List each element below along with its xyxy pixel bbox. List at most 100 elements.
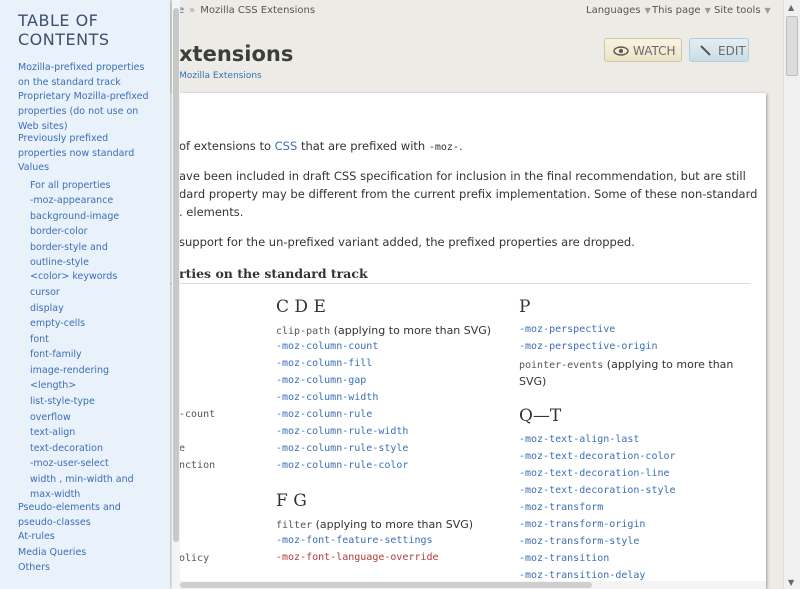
scroll-up-icon[interactable]: ▲	[788, 3, 794, 12]
toc-subitem[interactable]: overflow	[30, 410, 170, 425]
section-divider	[170, 283, 750, 284]
toc-subitem[interactable]: empty-cells	[30, 316, 170, 331]
toc-item[interactable]: Values	[18, 160, 158, 175]
property-link[interactable]: -moz-transform-origin	[519, 519, 645, 530]
toc-item[interactable]: Media Queries	[18, 545, 158, 560]
property-note-wrap: SVG)	[519, 375, 546, 388]
breadcrumb-separator: »	[189, 5, 196, 16]
property-link[interactable]: -moz-column-rule-width	[276, 426, 408, 437]
property-link[interactable]: -moz-column-rule	[276, 409, 372, 420]
intro-text: of extensions to	[179, 139, 275, 153]
property-link[interactable]: -moz-perspective	[519, 324, 615, 335]
property-note: (applying to more than SVG)	[312, 518, 474, 531]
column-heading-fg: F G	[276, 491, 307, 511]
toc-subitem[interactable]: text-decoration	[30, 441, 170, 456]
article-card: of extensions to CSS that are prefixed w…	[170, 93, 766, 589]
property-link[interactable]: -moz-transform-style	[519, 536, 639, 547]
table-of-contents: TABLE OF CONTENTS Mozilla-prefixed prope…	[0, 0, 170, 589]
watch-button[interactable]: WATCH	[604, 38, 682, 62]
property-link[interactable]: -moz-perspective-origin	[519, 341, 657, 352]
eye-icon	[613, 39, 629, 71]
css-link[interactable]: CSS	[275, 139, 298, 153]
toc-subitem[interactable]: <length>	[30, 378, 170, 393]
property-name: pointer-events	[519, 360, 604, 371]
property-note: (applying to more than	[603, 358, 734, 371]
toc-subitem[interactable]: <color> keywords	[30, 269, 170, 284]
property-link[interactable]: olicy	[179, 553, 209, 564]
toc-subitem[interactable]: list-style-type	[30, 394, 170, 409]
property-link[interactable]: -moz-column-gap	[276, 375, 366, 386]
languages-menu[interactable]: Languages ▼	[586, 5, 651, 16]
toc-item[interactable]: Others	[18, 560, 158, 575]
property-link[interactable]: -moz-font-language-override	[276, 552, 439, 563]
toc-subitem[interactable]: cursor	[30, 285, 170, 300]
edit-label: EDIT	[718, 44, 746, 58]
toc-scrollbar[interactable]	[172, 0, 180, 589]
property-link[interactable]: clip-path (applying to more than SVG)	[276, 324, 491, 337]
watch-label: WATCH	[633, 44, 676, 58]
scrollbar-thumb[interactable]	[786, 16, 798, 76]
property-link[interactable]: -moz-column-width	[276, 392, 378, 403]
scrollbar-thumb[interactable]	[180, 582, 592, 588]
section-heading: rties on the standard track	[179, 266, 368, 281]
property-link[interactable]: nction	[179, 460, 215, 471]
toc-item[interactable]: Mozilla-prefixed properties on the stand…	[18, 60, 158, 90]
toc-subitem[interactable]: border-color	[30, 224, 170, 239]
toc-item[interactable]: Proprietary Mozilla-prefixed properties …	[18, 89, 158, 134]
intro-line-3: dard property may be different from the …	[179, 187, 758, 201]
edit-button[interactable]: EDIT	[689, 38, 749, 62]
property-link[interactable]: -moz-text-decoration-style	[519, 485, 676, 496]
site-tools-menu[interactable]: Site tools ▼	[714, 5, 771, 16]
toc-subitem[interactable]: font-family	[30, 347, 170, 362]
property-link[interactable]: -moz-text-decoration-color	[519, 451, 676, 462]
column-heading-qt: Q—T	[519, 406, 562, 426]
page-subcrumb[interactable]: Mozilla Extensions	[179, 71, 262, 81]
property-link[interactable]: -moz-text-align-last	[519, 434, 639, 445]
property-link[interactable]: pointer-events (applying to more than	[519, 358, 733, 371]
property-link[interactable]: -moz-column-rule-color	[276, 460, 408, 471]
property-link[interactable]: -moz-column-rule-style	[276, 443, 408, 454]
toc-subitem[interactable]: display	[30, 301, 170, 316]
toc-subitem[interactable]: font	[30, 332, 170, 347]
breadcrumb-current: Mozilla CSS Extensions	[200, 5, 316, 16]
property-name: filter	[276, 520, 313, 531]
property-link[interactable]: -moz-transition	[519, 553, 609, 564]
property-link[interactable]: -moz-text-decoration-line	[519, 468, 670, 479]
toc-item[interactable]: Previously prefixed properties now stand…	[18, 131, 158, 161]
toc-subitem[interactable]: -moz-user-select	[30, 456, 170, 471]
column-heading-p: P	[519, 297, 531, 317]
property-link[interactable]: -moz-column-fill	[276, 358, 372, 369]
this-page-menu[interactable]: This page ▼	[652, 5, 711, 16]
scroll-down-icon[interactable]: ▼	[788, 578, 794, 587]
toc-subitem[interactable]: image-rendering	[30, 363, 170, 378]
toc-item[interactable]: At-rules	[18, 529, 158, 544]
chevron-down-icon: ▼	[704, 6, 711, 15]
property-link[interactable]: -moz-font-feature-settings	[276, 535, 433, 546]
toc-subitem[interactable]: -moz-appearance	[30, 193, 170, 208]
this-page-label: This page	[652, 5, 701, 16]
intro-line-1: of extensions to CSS that are prefixed w…	[179, 139, 463, 153]
toc-subitem[interactable]: width , min-width and max-width	[30, 472, 150, 502]
property-link[interactable]: -moz-transform	[519, 502, 603, 513]
toc-item[interactable]: Pseudo-elements and pseudo-classes	[18, 500, 128, 530]
toc-subitem[interactable]: For all properties	[30, 178, 170, 193]
toc-subitem[interactable]: border-style and outline-style	[30, 240, 120, 270]
property-link[interactable]: filter (applying to more than SVG)	[276, 518, 473, 531]
property-link[interactable]: -moz-column-count	[276, 341, 378, 352]
property-link[interactable]: -count	[179, 409, 215, 420]
intro-line-4: . elements.	[179, 205, 244, 219]
horizontal-scrollbar[interactable]	[180, 581, 766, 589]
chevron-down-icon: ▼	[644, 6, 651, 15]
property-link[interactable]: -moz-transition-delay	[519, 570, 645, 581]
toc-title: TABLE OF CONTENTS	[18, 11, 110, 49]
languages-label: Languages	[586, 5, 641, 16]
toc-subitem[interactable]: text-align	[30, 425, 170, 440]
property-name: clip-path	[276, 326, 331, 337]
property-note: SVG)	[519, 375, 547, 388]
toc-subitem[interactable]: background-image	[30, 209, 170, 224]
prefix-code: -moz-	[428, 142, 459, 153]
page-scrollbar[interactable]: ▲ ▼	[783, 0, 800, 589]
property-note: (applying to more than SVG)	[330, 324, 492, 337]
intro-line-5: support for the un-prefixed variant adde…	[179, 235, 635, 249]
scrollbar-thumb[interactable]	[173, 8, 179, 542]
